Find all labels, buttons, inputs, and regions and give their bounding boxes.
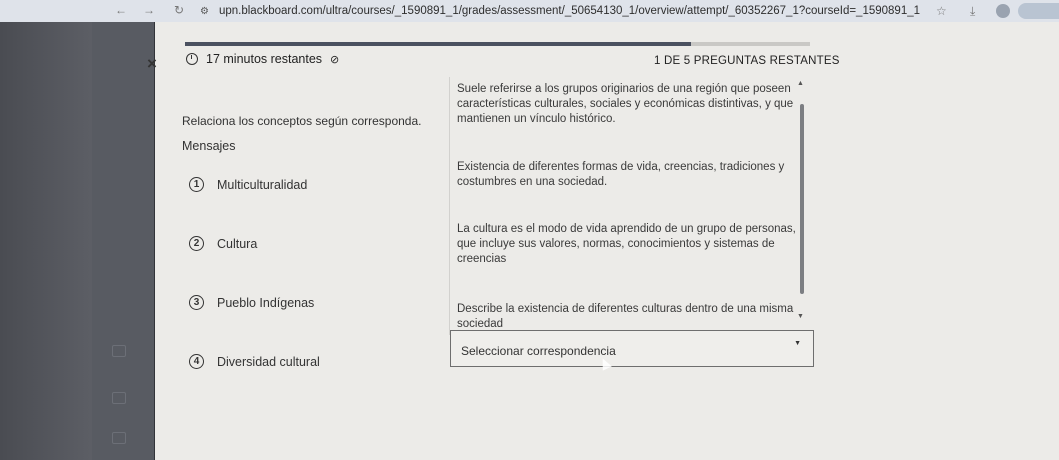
star-icon[interactable]: ☆ bbox=[936, 2, 947, 20]
sidebar-glyph-icon bbox=[112, 432, 126, 444]
sidebar-glyph-icon bbox=[112, 392, 126, 404]
concept-label: Multiculturalidad bbox=[217, 177, 308, 192]
progress-fill bbox=[185, 42, 692, 46]
site-settings-icon[interactable]: ⚙ bbox=[200, 6, 209, 17]
scroll-up-icon[interactable]: ▲ bbox=[797, 80, 804, 87]
concept-number: 4 bbox=[189, 354, 204, 369]
match-item: Suele referirse a los grupos originarios… bbox=[457, 83, 794, 125]
question-instruction: Relaciona los conceptos según correspond… bbox=[182, 114, 422, 128]
progress-bar bbox=[185, 42, 810, 46]
select-placeholder: Seleccionar correspondencia bbox=[461, 344, 616, 358]
concept-item: 1 Multiculturalidad bbox=[189, 177, 307, 192]
address-bar[interactable]: ⚙ upn.blackboard.com/ultra/courses/_1590… bbox=[200, 2, 960, 20]
download-icon[interactable]: ⤓ bbox=[970, 2, 975, 20]
match-item: Describe la existencia de diferentes cul… bbox=[457, 303, 794, 330]
match-item: Existencia de diferentes formas de vida,… bbox=[457, 161, 785, 188]
back-icon[interactable]: ← bbox=[110, 3, 132, 17]
reload-icon[interactable]: ↻ bbox=[168, 3, 190, 17]
questions-remaining: 1 DE 5 PREGUNTAS RESTANTES bbox=[654, 55, 840, 67]
match-select[interactable]: Seleccionar correspondencia ▼ bbox=[450, 330, 814, 367]
browser-toolbar: ← → ↻ ⚙ upn.blackboard.com/ultra/courses… bbox=[0, 0, 1059, 22]
chevron-down-icon: ▼ bbox=[794, 340, 801, 347]
hide-timer-icon[interactable]: ⊘ bbox=[330, 53, 339, 66]
forward-icon[interactable]: → bbox=[138, 3, 160, 17]
concept-label: Cultura bbox=[217, 236, 258, 251]
match-item: La cultura es el modo de vida aprendido … bbox=[457, 223, 796, 265]
scrollbar-thumb[interactable] bbox=[800, 104, 804, 294]
close-button[interactable]: × bbox=[147, 54, 157, 74]
concept-number: 2 bbox=[189, 236, 204, 251]
timer-text: 17 minutos restantes bbox=[206, 52, 323, 66]
concept-number: 1 bbox=[189, 177, 204, 192]
concept-item: 4 Diversidad cultural bbox=[189, 354, 320, 369]
url-text: upn.blackboard.com/ultra/courses/_159089… bbox=[218, 5, 921, 17]
concept-label: Pueblo Indígenas bbox=[217, 295, 315, 310]
sidebar-glyph-icon bbox=[112, 345, 126, 357]
clock-icon bbox=[186, 53, 198, 65]
extension-pill[interactable] bbox=[1018, 3, 1059, 19]
scroll-down-icon[interactable]: ▼ bbox=[797, 313, 804, 320]
concept-label: Diversidad cultural bbox=[217, 354, 320, 369]
timer: 17 minutos restantes ⊘ bbox=[186, 52, 339, 66]
section-title: Mensajes bbox=[182, 139, 236, 153]
profile-avatar[interactable] bbox=[996, 4, 1010, 18]
concept-number: 3 bbox=[189, 295, 204, 310]
concept-item: 2 Cultura bbox=[189, 236, 257, 251]
concept-item: 3 Pueblo Indígenas bbox=[189, 295, 314, 310]
match-list[interactable]: Suele referirse a los grupos originarios… bbox=[449, 77, 810, 335]
